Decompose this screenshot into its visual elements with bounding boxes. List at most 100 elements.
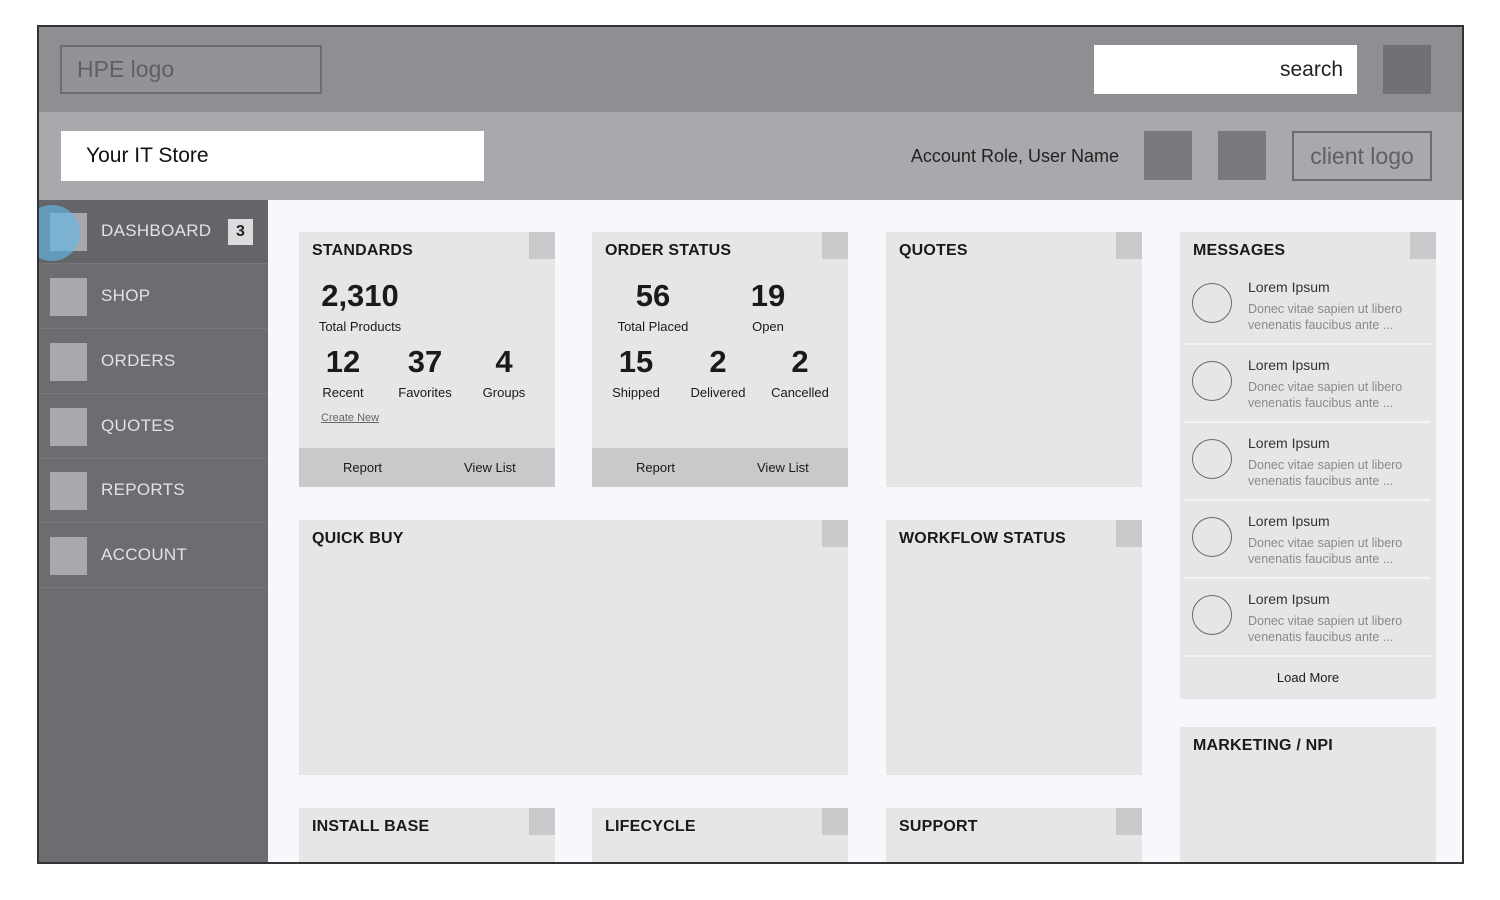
message-item[interactable]: Lorem Ipsum Donec vitae sapien ut libero… <box>1185 267 1430 345</box>
orders-icon <box>50 343 87 381</box>
sidebar-item-label: ACCOUNT <box>101 545 188 564</box>
stat-label: Cancelled <box>771 385 829 400</box>
message-item[interactable]: Lorem Ipsum Donec vitae sapien ut libero… <box>1185 501 1430 579</box>
card-menu-button[interactable] <box>1116 232 1142 259</box>
client-logo: client logo <box>1292 131 1432 181</box>
quotes-card: QUOTES <box>886 232 1142 487</box>
view-list-button[interactable]: View List <box>464 460 516 475</box>
stat-value: 2,310 <box>321 278 399 313</box>
shipped-stat[interactable]: 15 Shipped <box>606 344 666 401</box>
favorites-stat[interactable]: 37 Favorites <box>394 344 456 401</box>
stat-value: 56 <box>635 278 671 313</box>
standards-card: STANDARDS 2,310 Total Products 12 Recent… <box>299 232 555 487</box>
recent-stat[interactable]: 12 Recent <box>313 345 373 401</box>
card-title: WORKFLOW STATUS <box>899 530 1066 547</box>
header-action-button-2[interactable] <box>1218 131 1266 180</box>
store-header: Your IT Store Account Role, User Name cl… <box>39 112 1462 200</box>
top-menu-button[interactable] <box>1383 45 1431 94</box>
sidebar-item-label: QUOTES <box>101 416 175 435</box>
stat-value: 2 <box>709 344 727 379</box>
marketing-npi-card: MARKETING / NPI <box>1180 727 1436 862</box>
message-item[interactable]: Lorem Ipsum Donec vitae sapien ut libero… <box>1185 579 1430 657</box>
search-input[interactable] <box>1094 45 1357 94</box>
message-title: Lorem Ipsum <box>1248 357 1330 373</box>
message-preview: Donec vitae sapien ut libero venenatis f… <box>1248 380 1403 410</box>
card-menu-button[interactable] <box>822 520 848 547</box>
view-list-button[interactable]: View List <box>757 460 809 475</box>
sidebar-item-label: ORDERS <box>101 351 176 370</box>
avatar <box>1192 517 1232 557</box>
sidebar-item-label: SHOP <box>101 286 151 305</box>
top-bar: HPE logo <box>39 27 1462 112</box>
avatar <box>1192 283 1232 323</box>
sidebar-item-orders[interactable]: ORDERS <box>39 330 268 394</box>
total-placed-stat[interactable]: 56 Total Placed <box>612 278 694 335</box>
workflow-status-card: WORKFLOW STATUS <box>886 520 1142 775</box>
card-menu-button[interactable] <box>822 808 848 835</box>
account-role-user-name[interactable]: Account Role, User Name <box>899 131 1119 181</box>
card-title: MESSAGES <box>1193 242 1286 259</box>
header-action-button-1[interactable] <box>1144 131 1192 180</box>
install-base-card: INSTALL BASE <box>299 808 555 862</box>
stat-label: Open <box>752 319 784 334</box>
card-title: SUPPORT <box>899 818 978 835</box>
avatar <box>1192 361 1232 401</box>
hpe-logo[interactable]: HPE logo <box>60 45 322 94</box>
avatar <box>1192 595 1232 635</box>
create-new-link[interactable]: Create New <box>321 412 379 424</box>
sidebar-item-shop[interactable]: SHOP <box>39 265 268 329</box>
quotes-icon <box>50 408 87 446</box>
sidebar: DASHBOARD 3 SHOP ORDERS QUOTES REPORTS A… <box>39 200 268 862</box>
avatar <box>1192 439 1232 479</box>
stat-label: Shipped <box>612 385 660 400</box>
message-title: Lorem Ipsum <box>1248 513 1330 529</box>
card-menu-button[interactable] <box>1116 520 1142 547</box>
report-button[interactable]: Report <box>636 460 675 475</box>
card-title: ORDER STATUS <box>605 242 732 259</box>
message-preview: Donec vitae sapien ut libero venenatis f… <box>1248 536 1403 566</box>
sidebar-item-label: REPORTS <box>101 480 185 499</box>
card-title: QUOTES <box>899 242 968 259</box>
stat-value: 19 <box>750 278 786 313</box>
load-more-button[interactable]: Load More <box>1180 670 1436 685</box>
stat-label: Total Products <box>318 319 402 334</box>
sidebar-item-quotes[interactable]: QUOTES <box>39 395 268 459</box>
quick-buy-card: QUICK BUY <box>299 520 848 775</box>
stat-label: Total Placed <box>617 319 689 334</box>
card-menu-button[interactable] <box>529 232 555 259</box>
card-title: MARKETING / NPI <box>1193 737 1333 754</box>
order-status-card: ORDER STATUS 56 Total Placed 19 Open 15 … <box>592 232 848 487</box>
message-title: Lorem Ipsum <box>1248 435 1330 451</box>
message-preview: Donec vitae sapien ut libero venenatis f… <box>1248 614 1403 644</box>
store-title: Your IT Store <box>61 131 484 181</box>
dashboard-content: STANDARDS 2,310 Total Products 12 Recent… <box>268 200 1462 862</box>
support-card: SUPPORT <box>886 808 1142 862</box>
lifecycle-card: LIFECYCLE <box>592 808 848 862</box>
stat-value: 15 <box>618 344 654 379</box>
delivered-stat[interactable]: 2 Delivered <box>686 344 750 401</box>
total-products-stat: 2,310 Total Products <box>317 278 403 335</box>
message-item[interactable]: Lorem Ipsum Donec vitae sapien ut libero… <box>1185 423 1430 501</box>
message-preview: Donec vitae sapien ut libero venenatis f… <box>1248 302 1403 332</box>
stat-value: 37 <box>407 344 443 379</box>
messages-card: MESSAGES Lorem Ipsum Donec vitae sapien … <box>1180 232 1436 699</box>
report-button[interactable]: Report <box>343 460 382 475</box>
card-menu-button[interactable] <box>1410 232 1436 259</box>
card-menu-button[interactable] <box>822 232 848 259</box>
message-item[interactable]: Lorem Ipsum Donec vitae sapien ut libero… <box>1185 345 1430 423</box>
sidebar-item-dashboard[interactable]: DASHBOARD 3 <box>39 200 268 264</box>
stat-value: 2 <box>791 344 809 379</box>
card-title: INSTALL BASE <box>312 818 430 835</box>
card-footer: Report View List <box>299 448 555 487</box>
sidebar-item-reports[interactable]: REPORTS <box>39 459 268 523</box>
card-title: QUICK BUY <box>312 530 404 547</box>
stat-label: Recent <box>322 385 364 400</box>
cancelled-stat[interactable]: 2 Cancelled <box>766 344 834 401</box>
groups-stat[interactable]: 4 Groups <box>475 345 533 401</box>
card-menu-button[interactable] <box>1116 808 1142 835</box>
open-stat[interactable]: 19 Open <box>742 278 794 335</box>
shop-icon <box>50 278 87 316</box>
sidebar-item-account[interactable]: ACCOUNT <box>39 524 268 588</box>
notification-badge: 3 <box>228 219 253 245</box>
card-menu-button[interactable] <box>529 808 555 835</box>
